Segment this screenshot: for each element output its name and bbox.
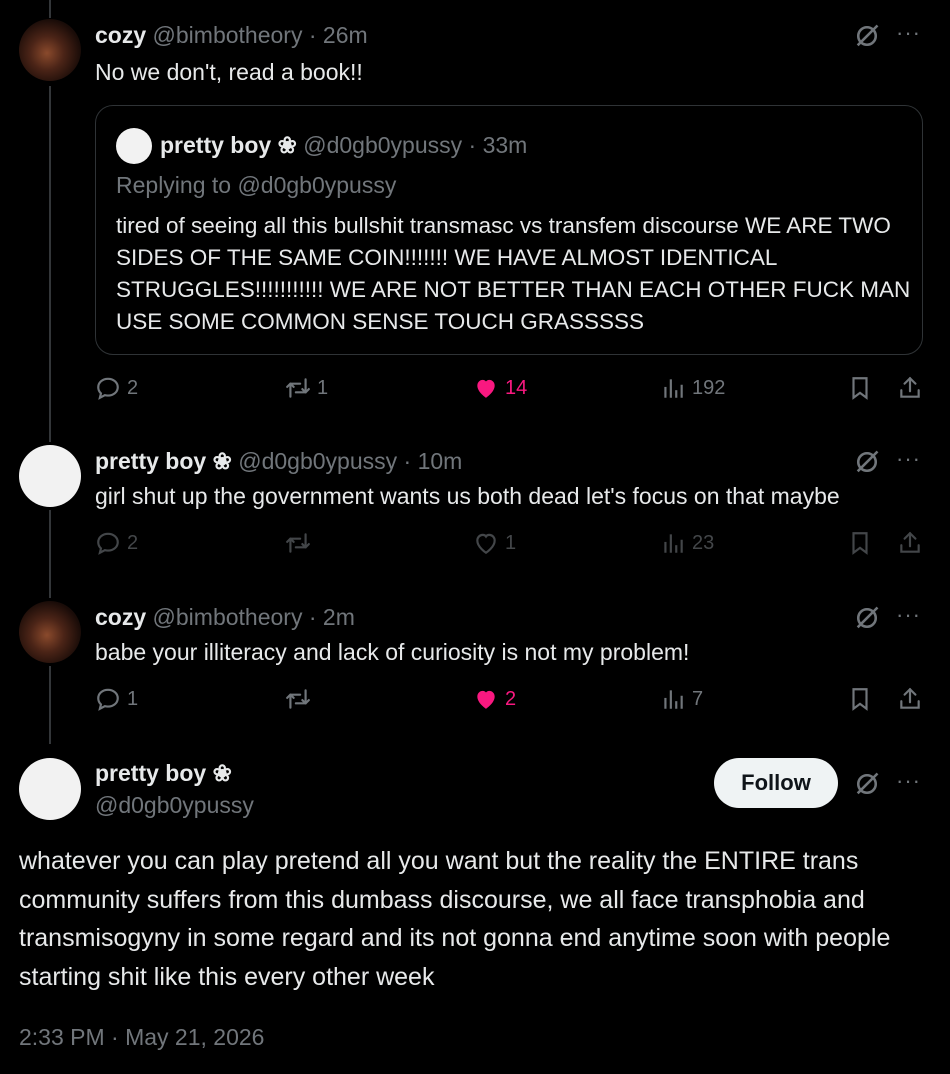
thread-line [49, 0, 51, 18]
like-count: 1 [505, 531, 517, 554]
views-icon [664, 379, 683, 398]
heart-icon [476, 533, 496, 555]
action-bar: 2 1 23 [95, 530, 925, 566]
repost-icon [286, 689, 310, 709]
avatar[interactable] [19, 445, 81, 507]
tweet-time[interactable]: 2m [323, 604, 355, 630]
tweet-time[interactable]: 10m [418, 448, 463, 474]
repost-icon [286, 533, 310, 553]
repost-button[interactable] [285, 686, 317, 712]
like-count: 2 [505, 687, 517, 710]
tweet-time[interactable]: 26m [323, 22, 368, 48]
author-name[interactable]: cozy [95, 604, 146, 630]
heart-icon [477, 690, 495, 709]
reply-button[interactable]: 2 [95, 530, 138, 556]
avatar[interactable] [116, 128, 152, 164]
author-handle[interactable]: @d0gb0ypussy [238, 448, 397, 474]
avatar[interactable] [19, 601, 81, 663]
views-icon [664, 690, 683, 709]
share-button[interactable] [897, 375, 923, 401]
tweet-text: No we don't, read a book!! [95, 59, 363, 85]
views-button[interactable]: 23 [660, 530, 714, 556]
bookmark-button[interactable] [847, 375, 873, 401]
grok-icon[interactable] [853, 448, 881, 476]
separator-dot: · [403, 448, 412, 474]
views-count: 7 [692, 687, 704, 710]
quote-text: tired of seeing all this bullshit transm… [116, 213, 911, 334]
separator-dot: · [468, 132, 477, 158]
thread-line [49, 666, 51, 744]
author-name[interactable]: pretty boy ❀ [95, 448, 232, 474]
author-handle: @d0gb0ypussy [303, 132, 463, 158]
views-icon [664, 534, 683, 553]
bookmark-icon [852, 532, 868, 555]
author-name[interactable]: pretty boy ❀ [95, 760, 232, 787]
follow-button[interactable]: Follow [714, 758, 838, 808]
tweet-time: 33m [482, 132, 528, 158]
views-count: 23 [692, 531, 715, 554]
bookmark-icon [852, 688, 868, 711]
grok-icon[interactable] [853, 604, 881, 632]
replying-to: Replying to @d0gb0ypussy [116, 172, 397, 198]
action-bar: 1 2 7 [95, 686, 925, 722]
reply-icon [97, 377, 119, 400]
tweet-header: cozy @bimbotheory · 26m [95, 22, 368, 49]
reply-icon [97, 688, 119, 711]
reply-count: 1 [127, 687, 139, 710]
grok-icon[interactable] [853, 770, 881, 798]
views-count: 192 [692, 376, 726, 399]
author-name: pretty boy ❀ [160, 132, 297, 158]
like-button[interactable]: 1 [473, 530, 516, 556]
more-icon[interactable]: ··· [896, 768, 921, 794]
tweet-timestamp[interactable]: 2:33 PM · May 21, 2026 [19, 1024, 264, 1051]
tweet-header: cozy @bimbotheory · 2m [95, 604, 355, 631]
reply-button[interactable]: 2 [95, 375, 138, 401]
action-bar: 2 1 14 192 [95, 375, 925, 411]
bookmark-button[interactable] [847, 686, 873, 712]
share-icon [900, 376, 920, 398]
thread-line [49, 86, 51, 442]
share-icon [900, 687, 920, 709]
avatar[interactable] [19, 19, 81, 81]
views-button[interactable]: 7 [660, 686, 703, 712]
more-icon[interactable]: ··· [896, 602, 921, 628]
quote-header: pretty boy ❀ @d0gb0ypussy · 33m [160, 132, 527, 159]
grok-icon[interactable] [853, 22, 881, 50]
share-icon [900, 531, 920, 553]
like-button[interactable]: 14 [473, 375, 527, 401]
author-handle[interactable]: @bimbotheory [153, 604, 303, 630]
tweet-text: babe your illiteracy and lack of curiosi… [95, 639, 690, 665]
more-icon[interactable]: ··· [896, 20, 921, 46]
repost-icon [286, 378, 310, 398]
bookmark-icon [852, 377, 868, 400]
like-count: 14 [505, 376, 528, 399]
tweet-text: girl shut up the government wants us bot… [95, 483, 840, 509]
repost-button[interactable] [285, 530, 317, 556]
separator-dot: · [308, 604, 317, 630]
avatar[interactable] [19, 758, 81, 820]
quoted-tweet[interactable]: pretty boy ❀ @d0gb0ypussy · 33m Replying… [95, 105, 923, 355]
thread-line [49, 510, 51, 598]
repost-button[interactable]: 1 [285, 375, 328, 401]
share-button[interactable] [897, 686, 923, 712]
views-button[interactable]: 192 [660, 375, 725, 401]
reply-count: 2 [127, 531, 139, 554]
author-name[interactable]: cozy [95, 22, 146, 48]
author-handle[interactable]: @bimbotheory [153, 22, 303, 48]
separator-dot: · [308, 22, 317, 48]
main-tweet-text: whatever you can play pretend all you wa… [19, 847, 891, 991]
reply-count: 2 [127, 376, 139, 399]
more-icon[interactable]: ··· [896, 446, 921, 472]
tweet-header: pretty boy ❀ @d0gb0ypussy · 10m [95, 448, 462, 475]
share-button[interactable] [897, 530, 923, 556]
bookmark-button[interactable] [847, 530, 873, 556]
heart-icon [477, 379, 495, 398]
reply-button[interactable]: 1 [95, 686, 138, 712]
reply-icon [97, 532, 119, 555]
author-handle[interactable]: @d0gb0ypussy [95, 792, 254, 819]
repost-count: 1 [317, 376, 329, 399]
like-button[interactable]: 2 [473, 686, 516, 712]
